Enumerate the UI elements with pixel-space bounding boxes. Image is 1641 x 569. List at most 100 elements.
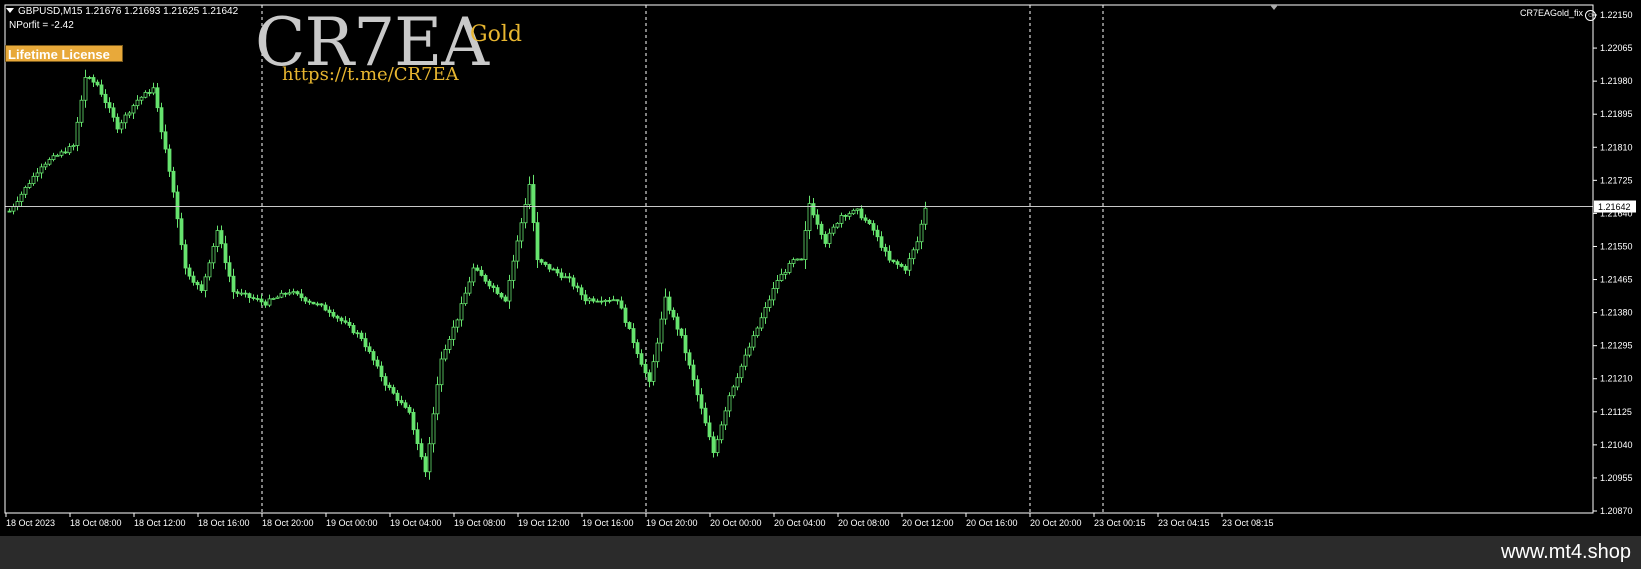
x-tick-label: 18 Oct 16:00 <box>198 518 250 528</box>
candle <box>275 295 280 299</box>
candle <box>35 167 40 182</box>
candle <box>79 95 84 127</box>
candle <box>471 263 476 287</box>
candle <box>627 321 632 330</box>
candle <box>895 259 900 269</box>
candle <box>447 336 452 354</box>
candle <box>695 375 700 402</box>
candle <box>23 185 28 198</box>
candle <box>39 163 44 179</box>
candle <box>167 144 172 178</box>
candle <box>47 157 52 166</box>
candle <box>443 344 448 362</box>
x-tick-label: 18 Oct 08:00 <box>70 518 122 528</box>
candle <box>403 399 408 409</box>
x-tick-label: 20 Oct 20:00 <box>1030 518 1082 528</box>
candle <box>911 247 916 265</box>
candle <box>147 89 152 97</box>
candle <box>111 102 116 122</box>
candle <box>659 311 664 352</box>
profit-info: NPorfit = -2.42 <box>9 20 74 31</box>
candle <box>567 272 572 283</box>
y-tick-label: 1.21640 <box>1600 208 1633 218</box>
candle <box>7 208 12 213</box>
candle <box>587 296 592 305</box>
candle <box>135 95 140 110</box>
candle <box>455 318 460 333</box>
x-tick-label: 23 Oct 08:15 <box>1222 518 1274 528</box>
menu-arrow-icon[interactable] <box>6 8 14 13</box>
y-tick-label: 1.21295 <box>1600 341 1633 351</box>
candle <box>707 415 712 441</box>
candle <box>623 304 628 327</box>
x-tick-label: 19 Oct 20:00 <box>646 518 698 528</box>
candle <box>907 252 912 276</box>
candle <box>271 297 276 300</box>
x-tick-label: 19 Oct 04:00 <box>390 518 442 528</box>
y-tick-label: 1.22150 <box>1600 10 1633 20</box>
candle <box>299 289 304 302</box>
candle <box>255 294 260 302</box>
candle <box>919 219 924 250</box>
candle <box>647 369 652 388</box>
scroll-marker-icon[interactable] <box>1270 5 1278 10</box>
candle <box>783 269 788 280</box>
candle <box>383 373 388 391</box>
candle <box>599 296 604 305</box>
candle <box>95 79 100 87</box>
x-tick-label: 23 Oct 00:15 <box>1094 518 1146 528</box>
candle <box>479 266 484 277</box>
candle <box>487 279 492 290</box>
candle <box>263 299 268 308</box>
chart-window[interactable]: 1.21642 1.22150 1.22065 1.21980 1.21895 1.21… <box>0 0 1641 536</box>
candle <box>847 211 852 220</box>
y-tick-label: 1.21210 <box>1600 374 1633 384</box>
candle <box>27 179 32 189</box>
candle <box>723 406 728 430</box>
candle <box>187 264 192 280</box>
candle <box>511 254 516 289</box>
y-tick-label: 1.20955 <box>1600 473 1633 483</box>
candle <box>591 296 596 304</box>
candle <box>199 280 204 293</box>
y-tick-label: 1.21040 <box>1600 440 1633 450</box>
expert-advisor-label[interactable]: CR7EAGold_fix ☺ <box>1520 8 1596 21</box>
candle <box>151 82 156 96</box>
candle <box>843 214 848 221</box>
candle <box>711 431 716 458</box>
candle <box>559 268 564 281</box>
candle <box>395 390 400 407</box>
candle <box>219 225 224 249</box>
candle <box>291 288 296 295</box>
candle <box>555 266 560 277</box>
candle <box>43 161 48 170</box>
candle <box>595 298 600 303</box>
candle <box>363 332 368 352</box>
candle <box>719 421 724 444</box>
candle <box>307 299 312 305</box>
candle <box>491 283 496 293</box>
candle <box>163 124 168 154</box>
candle <box>439 351 444 392</box>
candle <box>55 153 60 157</box>
price-chart[interactable]: 1.21642 1.22150 1.22065 1.21980 1.21895 1.21… <box>0 0 1641 536</box>
candle <box>715 435 720 457</box>
candle <box>411 408 416 435</box>
brand-url-link[interactable]: https://t.me/CR7EA <box>282 64 459 85</box>
x-tick-label: 23 Oct 04:15 <box>1158 518 1210 528</box>
axes-layer: 1.22150 1.22065 1.21980 1.21895 1.21810 1.217… <box>4 4 1633 528</box>
candle <box>483 273 488 284</box>
candle <box>651 354 656 386</box>
x-tick-label: 19 Oct 12:00 <box>518 518 570 528</box>
candle <box>803 221 808 270</box>
candle <box>127 110 132 119</box>
candle <box>619 296 624 310</box>
candle <box>579 284 584 300</box>
candle <box>375 356 380 369</box>
candle <box>891 259 896 264</box>
candle <box>915 236 920 254</box>
candle <box>539 258 544 265</box>
candle <box>431 406 436 453</box>
candle <box>755 326 760 338</box>
candle <box>87 75 92 80</box>
